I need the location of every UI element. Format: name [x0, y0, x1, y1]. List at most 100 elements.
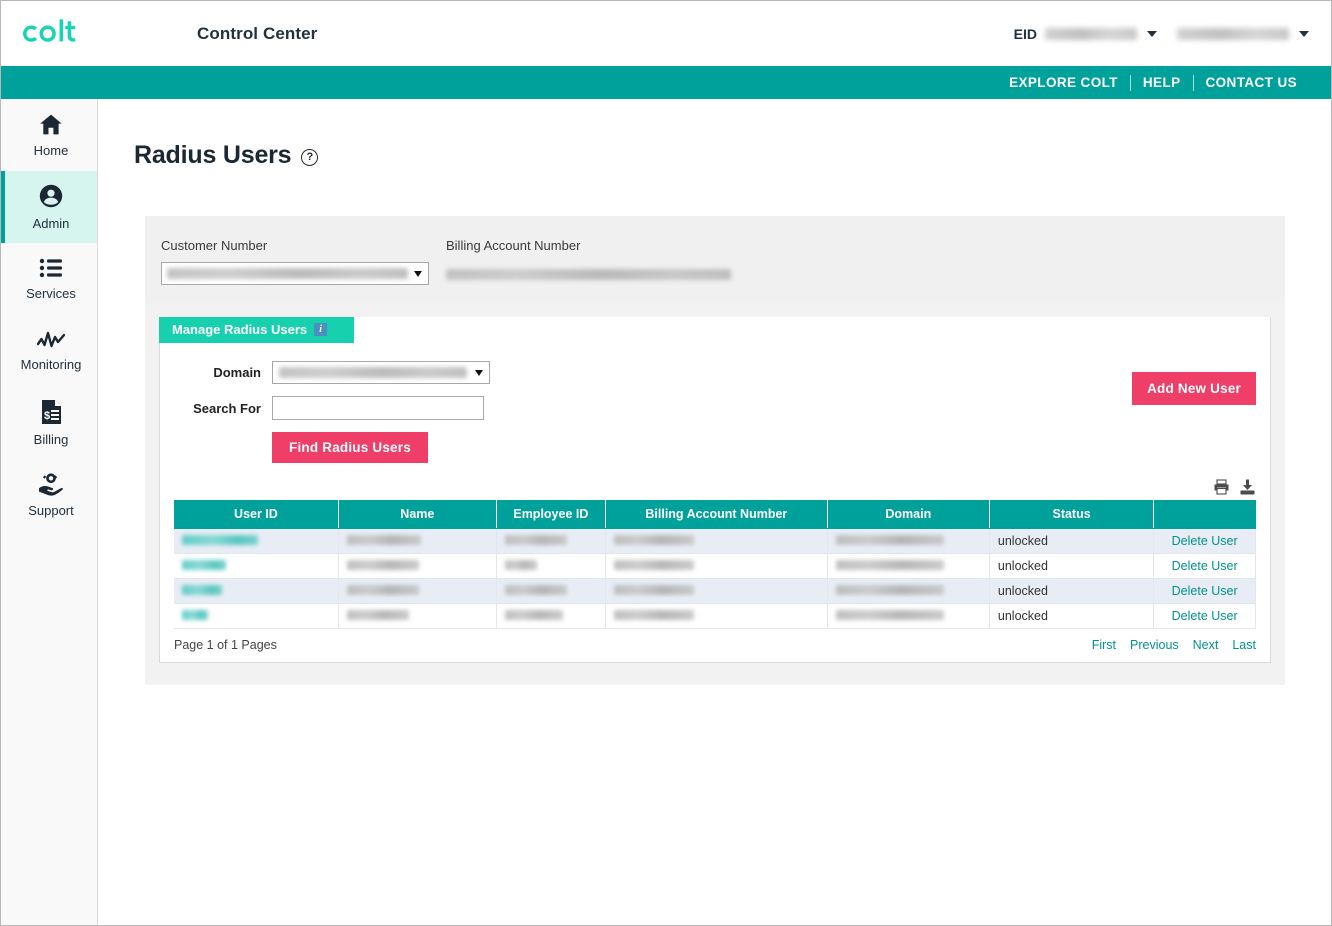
billing-account-number-field: Billing Account Number: [446, 238, 731, 285]
cell-employee-id: [496, 603, 606, 629]
card-footer: [145, 663, 1285, 675]
pagination-last[interactable]: Last: [1232, 638, 1256, 652]
name-redacted: [346, 560, 419, 570]
sidebar-item-admin[interactable]: Admin: [1, 171, 97, 243]
cell-domain: [827, 528, 990, 554]
table-row: unlocked Delete User: [174, 553, 1256, 579]
cell-user-id[interactable]: [174, 553, 339, 579]
pagination-next[interactable]: Next: [1193, 638, 1219, 652]
user-account-selector[interactable]: [1177, 27, 1309, 40]
domain-redacted: [835, 535, 944, 545]
download-icon[interactable]: [1239, 479, 1256, 495]
header-account-area: EID: [1014, 1, 1309, 66]
utility-nav-bar: EXPLORE COLT HELP CONTACT US: [1, 66, 1331, 99]
user-id-redacted: [182, 560, 226, 570]
search-input[interactable]: [272, 396, 484, 420]
eid-selector[interactable]: EID: [1014, 26, 1157, 42]
delete-user-link[interactable]: Delete User: [1172, 584, 1238, 598]
colt-logo[interactable]: [23, 17, 93, 51]
cell-status: unlocked: [989, 578, 1155, 604]
home-icon: [39, 113, 63, 136]
user-name-redacted: [1177, 27, 1289, 40]
table-row: unlocked Delete User: [174, 528, 1256, 554]
customer-number-field: Customer Number: [161, 238, 446, 285]
support-icon: [38, 472, 64, 496]
content-card: Customer Number Billing Account Number M…: [145, 216, 1285, 685]
employee-id-redacted: [504, 585, 567, 595]
find-radius-users-button[interactable]: Find Radius Users: [272, 432, 428, 463]
column-header-domain[interactable]: Domain: [827, 500, 990, 529]
question-circle-icon[interactable]: ?: [301, 149, 319, 166]
delete-user-link[interactable]: Delete User: [1172, 609, 1238, 623]
table-row: unlocked Delete User: [174, 603, 1256, 629]
column-header-name[interactable]: Name: [338, 500, 497, 529]
invoice-icon: $: [40, 399, 63, 425]
nav-link-help[interactable]: HELP: [1131, 75, 1193, 90]
page-title: Radius Users: [134, 141, 292, 169]
cell-user-id[interactable]: [174, 603, 339, 629]
cell-user-id[interactable]: [174, 528, 339, 554]
domain-row: Domain: [160, 361, 1270, 384]
column-header-user-id[interactable]: User ID: [174, 500, 339, 529]
cell-user-id[interactable]: [174, 578, 339, 604]
ban-redacted: [613, 585, 694, 595]
tab-manage-radius-users[interactable]: Manage Radius Users i: [159, 317, 354, 343]
cell-billing-account-number: [605, 553, 828, 579]
cell-name: [338, 553, 497, 579]
app-window: Control Center EID EXPLORE COLT HELP CON…: [0, 0, 1332, 926]
cell-billing-account-number: [605, 578, 828, 604]
nav-link-contact-us[interactable]: CONTACT US: [1194, 75, 1310, 90]
chevron-down-icon: [1147, 30, 1157, 37]
customer-number-label: Customer Number: [161, 238, 268, 253]
print-icon[interactable]: [1213, 479, 1230, 495]
top-header: Control Center EID: [1, 1, 1331, 66]
cell-status: unlocked: [989, 528, 1155, 554]
app-title: Control Center: [197, 23, 318, 43]
domain-label: Domain: [213, 365, 261, 380]
sidebar: Home Admin Services Monitoring $ Billing…: [1, 99, 98, 925]
sidebar-item-home[interactable]: Home: [1, 99, 97, 171]
page-indicator: Page 1 of 1 Pages: [174, 638, 277, 652]
user-id-redacted: [182, 585, 222, 595]
eid-label: EID: [1013, 25, 1037, 42]
column-header-billing-account-number[interactable]: Billing Account Number: [605, 500, 828, 529]
table-toolbar: [160, 475, 1270, 500]
delete-user-link[interactable]: Delete User: [1172, 534, 1238, 548]
cell-domain: [827, 603, 990, 629]
column-header-employee-id[interactable]: Employee ID: [496, 500, 606, 529]
nav-link-explore-colt[interactable]: EXPLORE COLT: [997, 75, 1130, 90]
domain-select[interactable]: [272, 361, 490, 384]
cell-status: unlocked: [989, 603, 1155, 629]
users-table-wrap: User ID Name Employee ID Billing Account…: [160, 500, 1270, 629]
sidebar-item-support[interactable]: Support: [1, 459, 97, 531]
delete-user-link[interactable]: Delete User: [1172, 559, 1238, 573]
sidebar-item-label: Home: [33, 142, 69, 158]
ban-redacted: [613, 560, 694, 570]
table-header: User ID Name Employee ID Billing Account…: [174, 500, 1256, 529]
user-circle-icon: [38, 183, 64, 209]
chevron-down-icon: [1299, 30, 1309, 37]
body-wrapper: Home Admin Services Monitoring $ Billing…: [1, 99, 1331, 925]
cell-employee-id: [496, 553, 606, 579]
employee-id-redacted: [504, 560, 537, 570]
activity-icon: [37, 330, 65, 350]
name-redacted: [346, 535, 421, 545]
sidebar-item-label: Monitoring: [20, 357, 82, 372]
cell-domain: [827, 578, 990, 604]
chevron-down-icon: [475, 370, 483, 376]
customer-number-select[interactable]: [161, 262, 429, 285]
sidebar-item-label: Admin: [32, 216, 70, 231]
pagination-first[interactable]: First: [1092, 638, 1116, 652]
employee-id-redacted: [504, 535, 567, 545]
column-header-actions: [1153, 500, 1256, 529]
add-new-user-button[interactable]: Add New User: [1132, 372, 1256, 405]
column-header-status[interactable]: Status: [989, 500, 1155, 529]
info-icon[interactable]: i: [314, 323, 328, 336]
list-icon: [39, 257, 64, 279]
sidebar-item-services[interactable]: Services: [1, 243, 97, 315]
pagination-previous[interactable]: Previous: [1130, 638, 1179, 652]
tab-label: Manage Radius Users: [172, 322, 308, 337]
sidebar-item-billing[interactable]: $ Billing: [1, 387, 97, 459]
customer-number-value-redacted: [167, 268, 408, 279]
sidebar-item-monitoring[interactable]: Monitoring: [1, 315, 97, 387]
